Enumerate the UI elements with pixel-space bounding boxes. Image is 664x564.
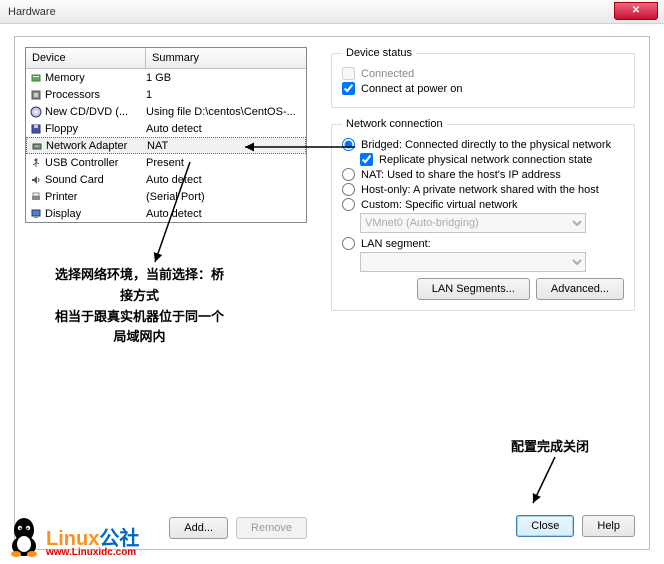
floppy-icon <box>30 123 42 135</box>
cd-icon <box>30 106 42 118</box>
device-name: Processors <box>45 89 100 101</box>
device-status-group: Device status Connected Connect at power… <box>331 47 635 108</box>
device-name: Network Adapter <box>46 140 127 152</box>
cpu-icon <box>30 89 42 101</box>
hostonly-radio[interactable]: Host-only: A private network shared with… <box>342 183 624 196</box>
header-summary[interactable]: Summary <box>146 48 306 68</box>
device-summary: Auto detect <box>146 174 306 186</box>
network-connection-legend: Network connection <box>342 118 447 130</box>
add-button[interactable]: Add... <box>169 517 228 539</box>
table-row[interactable]: New CD/DVD (... Using file D:\centos\Cent… <box>26 103 306 120</box>
bridged-radio[interactable]: Bridged: Connected directly to the physi… <box>342 138 624 151</box>
nat-radio[interactable]: NAT: Used to share the host's IP address <box>342 168 624 181</box>
watermark-text: Linux公社 www.Linuxidc.com <box>46 522 139 558</box>
display-icon <box>30 208 42 220</box>
memory-icon <box>30 72 42 84</box>
device-name: New CD/DVD (... <box>45 106 128 118</box>
replicate-checkbox[interactable]: Replicate physical network connection st… <box>360 153 624 166</box>
device-summary: Using file D:\centos\CentOS-... <box>146 106 306 118</box>
device-summary: Auto detect <box>146 208 306 220</box>
device-name: Memory <box>45 72 85 84</box>
device-summary: 1 <box>146 89 306 101</box>
lansegment-radio[interactable]: LAN segment: <box>342 237 624 250</box>
device-name: Display <box>45 208 81 220</box>
lan-segments-button[interactable]: LAN Segments... <box>417 278 530 300</box>
printer-icon <box>30 191 42 203</box>
custom-radio[interactable]: Custom: Specific virtual network <box>342 198 624 211</box>
device-summary: Present <box>146 157 306 169</box>
table-row[interactable]: Display Auto detect <box>26 205 306 222</box>
device-status-legend: Device status <box>342 47 416 59</box>
header-device[interactable]: Device <box>26 48 146 68</box>
window-title: Hardware <box>8 6 56 18</box>
device-name: Sound Card <box>45 174 104 186</box>
table-row[interactable]: Sound Card Auto detect <box>26 171 306 188</box>
titlebar: Hardware ✕ <box>0 0 664 24</box>
net-icon <box>31 140 43 152</box>
device-name: Printer <box>45 191 77 203</box>
watermark: Linux公社 www.Linuxidc.com <box>4 514 139 558</box>
custom-network-select[interactable]: VMnet0 (Auto-bridging) <box>360 213 586 233</box>
annotation-close: 配置完成关闭 <box>511 437 589 458</box>
help-button[interactable]: Help <box>582 515 635 537</box>
connected-checkbox[interactable]: Connected <box>342 67 624 80</box>
device-table: Device Summary Memory 1 GB Processors 1 New … <box>25 47 307 223</box>
usb-icon <box>30 157 42 169</box>
device-name: USB Controller <box>45 157 118 169</box>
table-row[interactable]: Processors 1 <box>26 86 306 103</box>
device-summary: (Serial Port) <box>146 191 306 203</box>
left-pane: Device Summary Memory 1 GB Processors 1 New … <box>15 37 317 549</box>
window-close-button[interactable]: ✕ <box>614 2 658 20</box>
device-summary: NAT <box>147 140 305 152</box>
device-summary: 1 GB <box>146 72 306 84</box>
dialog-content: Device Summary Memory 1 GB Processors 1 New … <box>14 36 650 550</box>
advanced-button[interactable]: Advanced... <box>536 278 624 300</box>
annotation-network: 选择网络环境，当前选择：桥 接方式 相当于跟真实机器位于同一个 局域网内 <box>55 265 224 348</box>
table-header: Device Summary <box>26 48 306 69</box>
table-row[interactable]: Memory 1 GB <box>26 69 306 86</box>
table-row[interactable]: USB Controller Present <box>26 154 306 171</box>
sound-icon <box>30 174 42 186</box>
network-connection-group: Network connection Bridged: Connected di… <box>331 118 635 311</box>
close-button[interactable]: Close <box>516 515 574 537</box>
table-row[interactable]: Printer (Serial Port) <box>26 188 306 205</box>
device-name: Floppy <box>45 123 78 135</box>
table-row[interactable]: Floppy Auto detect <box>26 120 306 137</box>
tux-icon <box>4 514 44 558</box>
lansegment-select[interactable] <box>360 252 586 272</box>
table-row[interactable]: Network Adapter NAT <box>26 137 306 154</box>
right-pane: Device status Connected Connect at power… <box>317 37 649 549</box>
device-summary: Auto detect <box>146 123 306 135</box>
connect-poweron-checkbox[interactable]: Connect at power on <box>342 82 624 95</box>
remove-button[interactable]: Remove <box>236 517 307 539</box>
